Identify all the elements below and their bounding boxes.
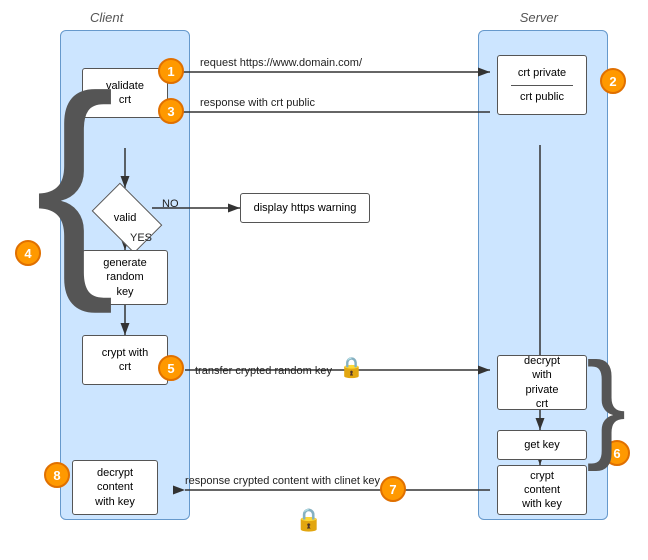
response-crt-label: response with crt public: [200, 97, 315, 109]
badge-8: 8: [44, 462, 70, 488]
lock-icon-1: 🔒: [339, 357, 364, 379]
decrypt-content-box: decryptcontentwith key: [72, 460, 158, 515]
decrypt-private-crt-box: decryptwithprivatecrt: [497, 355, 587, 410]
badge-5: 5: [158, 355, 184, 381]
left-brace: {: [35, 60, 115, 300]
crypt-content-box: cryptcontentwith key: [497, 465, 587, 515]
badge-2: 2: [600, 68, 626, 94]
lock-icon-2: 🔒: [295, 507, 322, 533]
display-warning-box: display https warning: [240, 193, 370, 223]
right-brace: {: [586, 345, 626, 465]
badge-7: 7: [380, 476, 406, 502]
crypt-with-crt-box: crypt withcrt: [82, 335, 168, 385]
no-label: NO: [162, 198, 179, 210]
request-label: request https://www.domain.com/: [200, 57, 362, 69]
server-crt-box: crt private crt public: [497, 55, 587, 115]
transfer-key-label: transfer crypted random key 🔒: [195, 355, 364, 380]
badge-1: 1: [158, 58, 184, 84]
server-label: Server: [520, 10, 558, 25]
response-content-label: response crypted content with clinet key: [185, 475, 380, 487]
client-label: Client: [90, 10, 123, 25]
get-key-box: get key: [497, 430, 587, 460]
badge-3: 3: [158, 98, 184, 124]
yes-label: YES: [130, 232, 152, 244]
